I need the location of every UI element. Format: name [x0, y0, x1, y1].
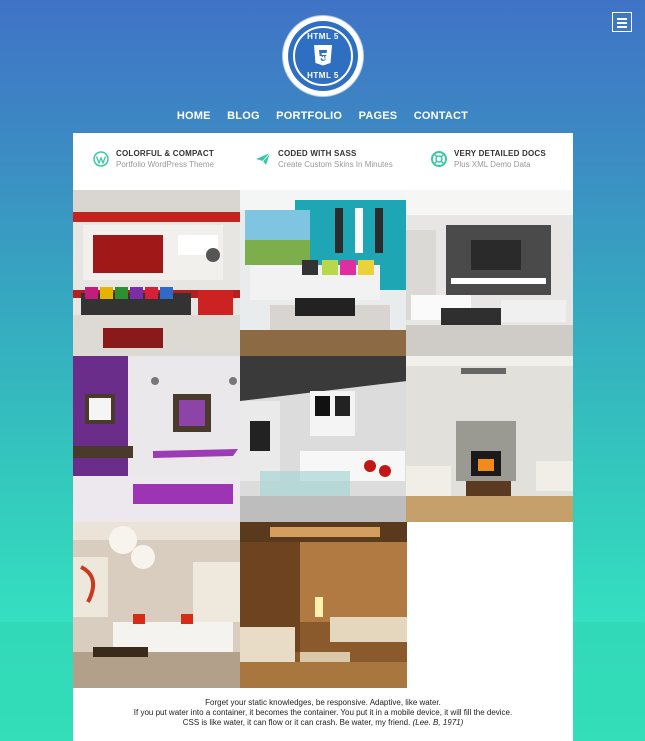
site-logo[interactable]: HTML 5 HTML HTML 5: [283, 16, 363, 96]
gallery-item-beige-living-room[interactable]: [73, 522, 240, 688]
features-bar: COLORFUL & COMPACT Portfolio WordPress T…: [73, 133, 573, 190]
purple-living-room-image: [73, 356, 240, 522]
gallery-item-fireplace-living-room[interactable]: [406, 356, 573, 522]
logo-top-text: HTML 5: [307, 32, 339, 41]
quote-line-3-text: CSS is like water, it can flow or it can…: [182, 718, 411, 727]
feature-title: CODED WITH SASS: [278, 149, 357, 158]
wordpress-icon: [93, 151, 109, 167]
feature-subtitle: Portfolio WordPress Theme: [116, 160, 214, 169]
gallery-item-wood-living-room[interactable]: [240, 522, 407, 688]
quote-citation: (Lee. B, 1971): [412, 718, 464, 727]
hamburger-menu-icon[interactable]: [612, 12, 632, 32]
nav-item-portfolio[interactable]: PORTFOLIO: [276, 110, 342, 122]
paper-plane-icon: [256, 152, 271, 165]
quote-line-1: Forget your static knowledges, be respon…: [205, 698, 441, 707]
quote-line-2: If you put water into a container, it be…: [133, 708, 513, 717]
logo-badge-text: HTML: [315, 56, 331, 62]
wood-living-room-image: [240, 522, 407, 688]
nav-item-home[interactable]: HOME: [177, 110, 211, 122]
html5-shield-icon: [314, 45, 332, 66]
teal-living-room-image: [240, 190, 407, 356]
gallery-item-white-living-room[interactable]: [240, 356, 407, 522]
nav-item-contact[interactable]: CONTACT: [414, 110, 468, 122]
gray-living-room-image: [406, 190, 573, 356]
lifebuoy-icon: [431, 151, 447, 167]
quote-block: Forget your static knowledges, be respon…: [73, 698, 573, 728]
nav-item-pages[interactable]: PAGES: [359, 110, 398, 122]
logo-bottom-text: HTML 5: [307, 71, 339, 80]
gallery-item-gray-living-room[interactable]: [406, 190, 573, 356]
content-panel: COLORFUL & COMPACT Portfolio WordPress T…: [73, 133, 573, 741]
beige-living-room-image: [73, 522, 240, 688]
gallery-item-purple-living-room[interactable]: [73, 356, 240, 522]
white-living-room-image: [240, 356, 407, 522]
quote-line-3: CSS is like water, it can flow or it can…: [73, 718, 573, 728]
feature-title: VERY DETAILED DOCS: [454, 149, 546, 158]
gallery-item-red-living-room[interactable]: [73, 190, 240, 356]
main-navigation: HOME BLOG PORTFOLIO PAGES CONTACT: [0, 106, 645, 124]
feature-title: COLORFUL & COMPACT: [116, 149, 214, 158]
portfolio-gallery: [73, 190, 573, 688]
feature-subtitle: Plus XML Demo Data: [454, 160, 531, 169]
red-living-room-image: [73, 190, 240, 356]
gallery-item-teal-living-room[interactable]: [240, 190, 407, 356]
fireplace-living-room-image: [406, 356, 573, 522]
nav-item-blog[interactable]: BLOG: [227, 110, 260, 122]
feature-subtitle: Create Custom Skins In Minutes: [278, 160, 393, 169]
